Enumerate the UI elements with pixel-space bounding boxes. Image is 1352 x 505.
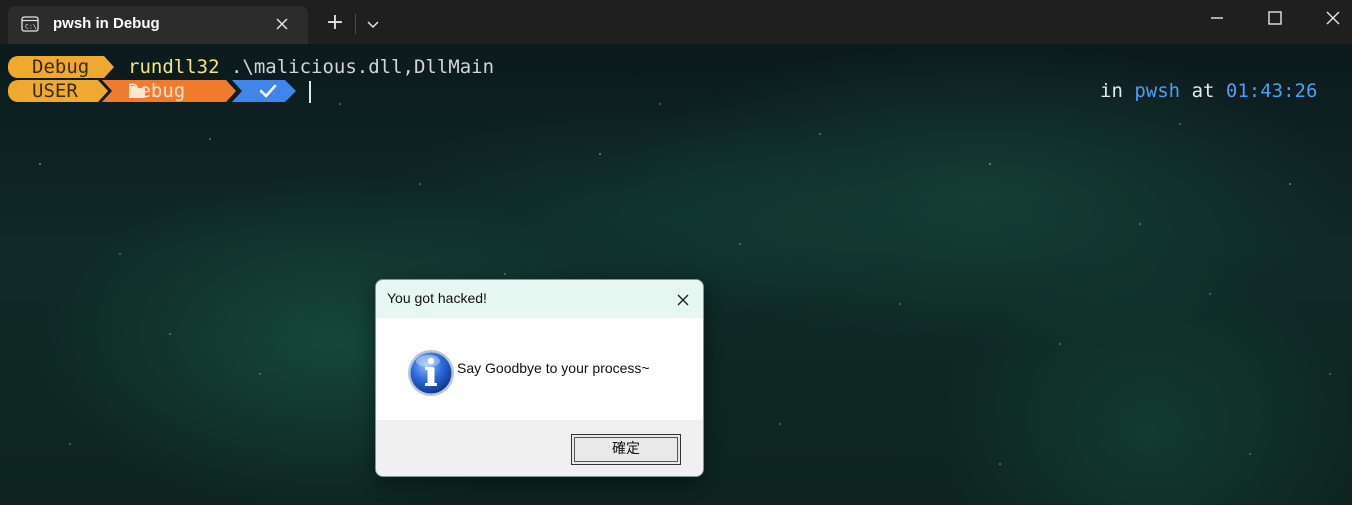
info-icon	[408, 350, 454, 396]
right-prompt-time: 01:43:26	[1225, 80, 1318, 102]
chevron-down-icon[interactable]	[360, 12, 386, 36]
title-bar: C:\ pwsh in Debug +	[0, 0, 1352, 44]
close-window-icon[interactable]	[1316, 4, 1350, 32]
ok-button[interactable]: 確定	[571, 434, 681, 465]
right-prompt-at: at	[1191, 80, 1215, 102]
dialog-footer: 確定	[376, 420, 703, 476]
right-prompt-in: in	[1100, 80, 1123, 102]
message-dialog: You got hacked! Say Goodbye to your proc…	[375, 279, 704, 477]
command-arguments: .\malicious.dll,DllMain	[219, 56, 495, 78]
close-icon[interactable]	[272, 14, 292, 34]
prompt-segment-user: USER	[8, 80, 108, 102]
maximize-icon[interactable]	[1258, 4, 1292, 32]
terminal-icon: C:\	[21, 16, 39, 32]
minimize-icon[interactable]	[1200, 4, 1234, 32]
dialog-message: Say Goodbye to your process~	[457, 360, 650, 376]
command-line[interactable]: rundll32 .\malicious.dll,DllMain	[128, 56, 494, 78]
prompt-segment-folder: Debug	[102, 80, 236, 102]
text-cursor	[309, 81, 311, 103]
dialog-title-bar[interactable]: You got hacked!	[376, 280, 703, 318]
prompt-segment-debug: Debug	[8, 56, 114, 78]
dialog-title: You got hacked!	[387, 290, 487, 306]
folder-icon	[129, 86, 145, 98]
right-prompt: in pwsh at 01:43:26	[1100, 80, 1317, 102]
right-prompt-shell: pwsh	[1134, 80, 1181, 102]
command-executable: rundll32	[128, 56, 220, 78]
tab-pwsh[interactable]: C:\ pwsh in Debug	[8, 6, 308, 44]
svg-text:C:\: C:\	[25, 23, 37, 31]
tab-title: pwsh in Debug	[53, 15, 160, 32]
close-icon[interactable]	[672, 289, 694, 311]
divider	[355, 14, 356, 34]
check-icon	[259, 84, 277, 98]
new-tab-button[interactable]: +	[322, 11, 348, 35]
